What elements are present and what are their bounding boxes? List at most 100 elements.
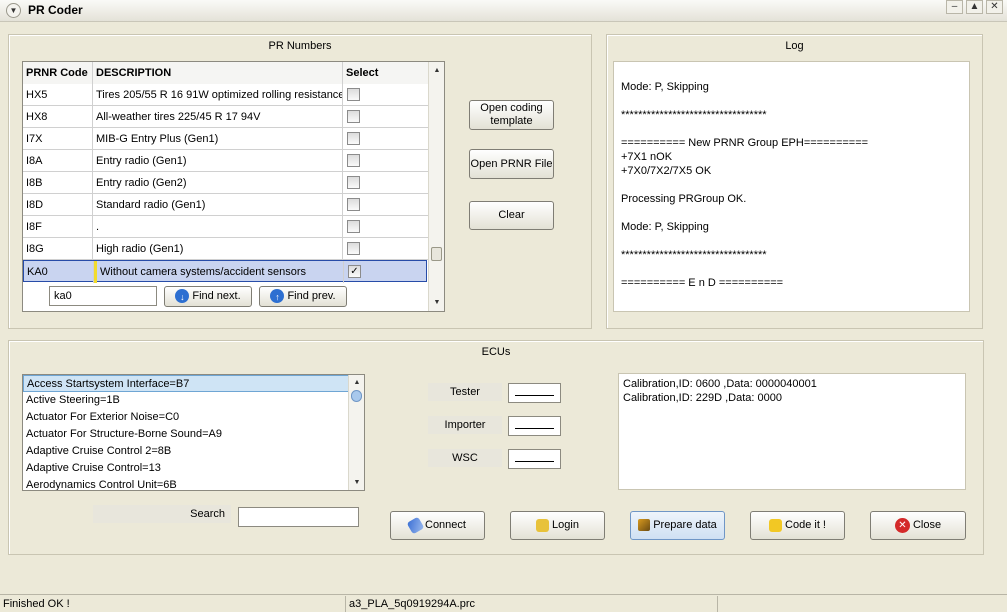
table-row[interactable]: I8B Entry radio (Gen2) xyxy=(23,172,429,194)
title-bar: ▼ PR Coder – ▲ ✕ xyxy=(0,0,1007,22)
wsc-field[interactable] xyxy=(508,449,561,469)
close-label: Close xyxy=(912,519,942,531)
select-checkbox[interactable] xyxy=(347,132,360,145)
open-prnr-file-label: Open PRNR File xyxy=(470,158,553,170)
log-line: ********************************** xyxy=(621,249,767,261)
select-checkbox[interactable] xyxy=(347,88,360,101)
pr-numbers-title: PR Numbers xyxy=(268,40,332,52)
select-checkbox[interactable] xyxy=(347,176,360,189)
wand-icon xyxy=(638,519,651,532)
clear-button[interactable]: Clear xyxy=(469,201,554,230)
select-checkbox[interactable] xyxy=(347,198,360,211)
window-menu-button[interactable]: ▼ xyxy=(6,3,21,18)
log-output: Mode: P, Skipping ***********************… xyxy=(613,61,970,312)
cell-code: I8B xyxy=(23,172,93,194)
pr-table-scrollbar[interactable]: ▲ ▼ xyxy=(428,62,444,311)
log-line: +7X1 nOK xyxy=(621,151,673,163)
find-prev-button[interactable]: ↑ Find prev. xyxy=(259,286,347,307)
find-prev-label: Find prev. xyxy=(287,290,336,302)
table-row[interactable]: HX8 All-weather tires 225/45 R 17 94V xyxy=(23,106,429,128)
table-row[interactable]: I8D Standard radio (Gen1) xyxy=(23,194,429,216)
lightning-icon xyxy=(769,518,783,532)
table-row[interactable]: HX5 Tires 205/55 R 16 91W optimized rolli… xyxy=(23,84,429,106)
cell-description: . xyxy=(93,216,343,238)
cell-description: Tires 205/55 R 16 91W optimized rolling … xyxy=(93,84,343,106)
ecu-list-scrollbar[interactable]: ▲ ▼ xyxy=(348,375,364,490)
find-input[interactable]: ka0 xyxy=(49,286,157,306)
close-icon: ✕ xyxy=(894,517,910,533)
ecu-list-item[interactable]: Actuator For Exterior Noise=C0 xyxy=(23,409,349,426)
open-coding-template-button[interactable]: Open coding template xyxy=(469,100,554,130)
calibration-line: Calibration,ID: 0600 ,Data: 0000040001 xyxy=(623,378,817,390)
scrollbar-thumb[interactable] xyxy=(431,247,442,261)
ecu-list[interactable]: Access Startsystem Interface=B7 Active St… xyxy=(22,374,365,491)
key-icon xyxy=(536,518,550,532)
login-button[interactable]: Login xyxy=(510,511,605,540)
wsc-label: WSC xyxy=(428,449,502,467)
table-row[interactable]: I8A Entry radio (Gen1) xyxy=(23,150,429,172)
ecu-list-item[interactable]: Access Startsystem Interface=B7 xyxy=(23,375,349,392)
find-next-label: Find next. xyxy=(192,290,241,302)
open-prnr-file-button[interactable]: Open PRNR File xyxy=(469,149,554,179)
log-line: ========== E n D ========== xyxy=(621,277,784,289)
window-title: PR Coder xyxy=(28,3,83,17)
log-line: +7X0/7X2/7X5 OK xyxy=(621,165,712,177)
connect-button[interactable]: Connect xyxy=(390,511,485,540)
code-it-button[interactable]: Code it ! xyxy=(750,511,845,540)
table-row[interactable]: I8G High radio (Gen1) xyxy=(23,238,429,260)
cell-description: Entry radio (Gen2) xyxy=(93,172,343,194)
select-checkbox[interactable] xyxy=(347,220,360,233)
find-next-button[interactable]: ↓ Find next. xyxy=(164,286,252,307)
log-line: ========== New PRNR Group EPH========== xyxy=(621,137,869,149)
select-checkbox[interactable] xyxy=(347,154,360,167)
ecus-title: ECUs xyxy=(481,346,511,358)
tester-field[interactable] xyxy=(508,383,561,403)
scroll-up-arrow-icon[interactable]: ▲ xyxy=(349,376,364,390)
prepare-data-label: Prepare data xyxy=(653,519,717,531)
column-header-select[interactable]: Select xyxy=(343,62,429,84)
scroll-down-arrow-icon[interactable]: ▼ xyxy=(349,476,364,490)
column-header-description[interactable]: DESCRIPTION xyxy=(93,62,343,84)
table-row[interactable]: I7X MIB-G Entry Plus (Gen1) xyxy=(23,128,429,150)
select-checkbox[interactable] xyxy=(347,110,360,123)
select-checkbox[interactable]: ✓ xyxy=(348,265,361,278)
connect-label: Connect xyxy=(425,519,466,531)
log-line: Processing PRGroup OK. xyxy=(621,193,747,205)
pr-table: PRNR Code DESCRIPTION Select HX5 Tires 20… xyxy=(22,61,445,312)
ecu-list-item[interactable]: Aerodynamics Control Unit=6B xyxy=(23,477,349,490)
login-label: Login xyxy=(552,519,579,531)
prepare-data-button[interactable]: Prepare data xyxy=(630,511,725,540)
close-button[interactable]: ✕ Close xyxy=(870,511,966,540)
log-title: Log xyxy=(785,40,804,52)
minimize-button[interactable]: – xyxy=(946,0,963,14)
select-checkbox[interactable] xyxy=(347,242,360,255)
ecu-list-item[interactable]: Adaptive Cruise Control 2=8B xyxy=(23,443,349,460)
scroll-down-arrow-icon[interactable]: ▼ xyxy=(429,296,444,310)
ecu-list-item[interactable]: Adaptive Cruise Control=13 xyxy=(23,460,349,477)
importer-field[interactable] xyxy=(508,416,561,436)
scroll-up-arrow-icon[interactable]: ▲ xyxy=(429,64,444,78)
table-row[interactable]: KA0 Without camera systems/accident senso… xyxy=(23,260,427,283)
cell-code: HX5 xyxy=(23,84,93,106)
ecu-list-item[interactable]: Actuator For Structure-Borne Sound=A9 xyxy=(23,426,349,443)
cell-code: KA0 xyxy=(24,261,94,283)
table-row[interactable]: I8F. xyxy=(23,216,429,238)
status-bar: Finished OK ! a3_PLA_5q0919294A.prc xyxy=(0,594,1007,612)
close-window-button[interactable]: ✕ xyxy=(986,0,1003,14)
status-file: a3_PLA_5q0919294A.prc xyxy=(346,596,718,612)
ecu-list-item[interactable]: Active Steering=1B xyxy=(23,392,349,409)
search-input[interactable] xyxy=(238,507,359,527)
plug-icon xyxy=(406,516,425,534)
column-header-code[interactable]: PRNR Code xyxy=(23,62,93,84)
maximize-button[interactable]: ▲ xyxy=(966,0,983,14)
arrow-up-icon: ↑ xyxy=(270,289,285,304)
cell-code: HX8 xyxy=(23,106,93,128)
cell-description: Standard radio (Gen1) xyxy=(93,194,343,216)
scrollbar-thumb[interactable] xyxy=(351,390,362,402)
status-extra xyxy=(718,596,1007,612)
cell-code: I8A xyxy=(23,150,93,172)
